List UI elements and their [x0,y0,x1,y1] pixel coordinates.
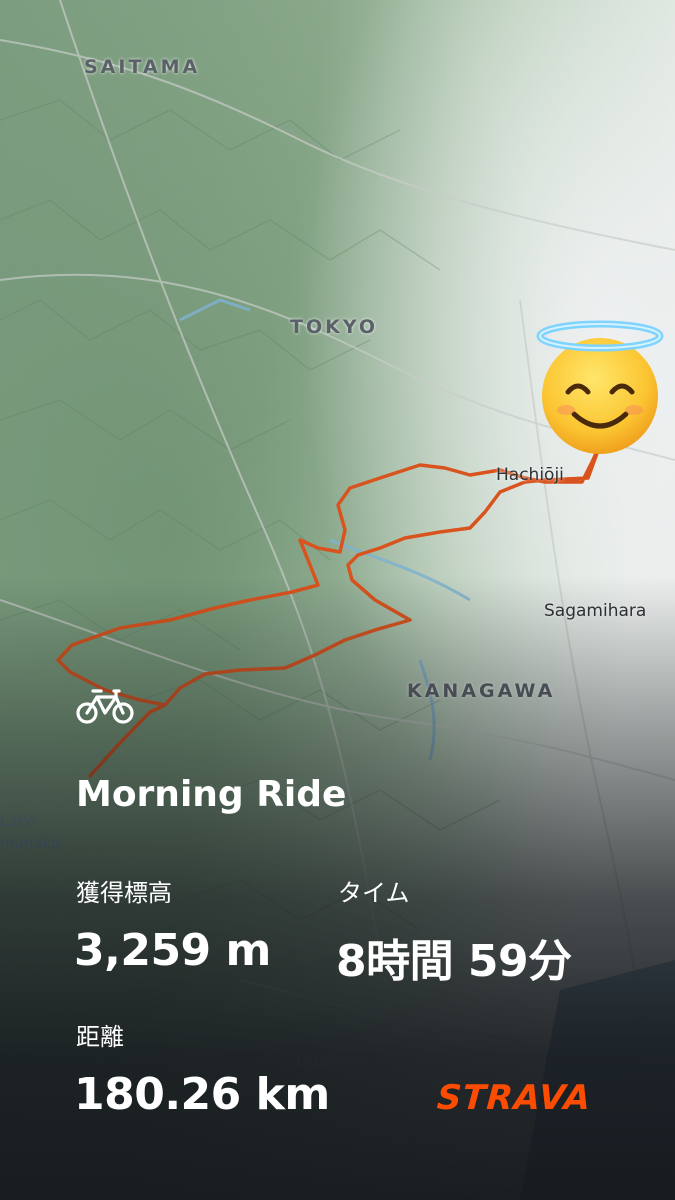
time-label: タイム [338,879,410,907]
strava-logo: STRAVA [435,1078,593,1118]
map-label-lake: Lake [0,812,36,830]
bicycle-icon [76,689,134,724]
map-label-hachioji: Hachiōji [496,465,564,485]
map-label-sagami-bay: Sagami Bay [544,1051,640,1070]
map-label-saitama: SAITAMA [84,56,201,78]
map-label-kanagawa: KANAGAWA [407,680,556,702]
time-value: 8時間 59分 [336,936,572,987]
map-label-tokyo: TOKYO [290,316,379,338]
smiling-face-with-halo-icon [536,320,664,454]
activity-title: Morning Ride [76,774,347,815]
map-label-yamanaka: manaka [0,834,61,852]
map-label-odawara: Odawara [296,1051,368,1070]
distance-label: 距離 [76,1023,124,1051]
elevation-value: 3,259 m [74,925,271,976]
map-label-sagamihara: Sagamihara [544,601,647,621]
elevation-label: 獲得標高 [76,879,172,907]
distance-value: 180.26 km [74,1069,330,1120]
